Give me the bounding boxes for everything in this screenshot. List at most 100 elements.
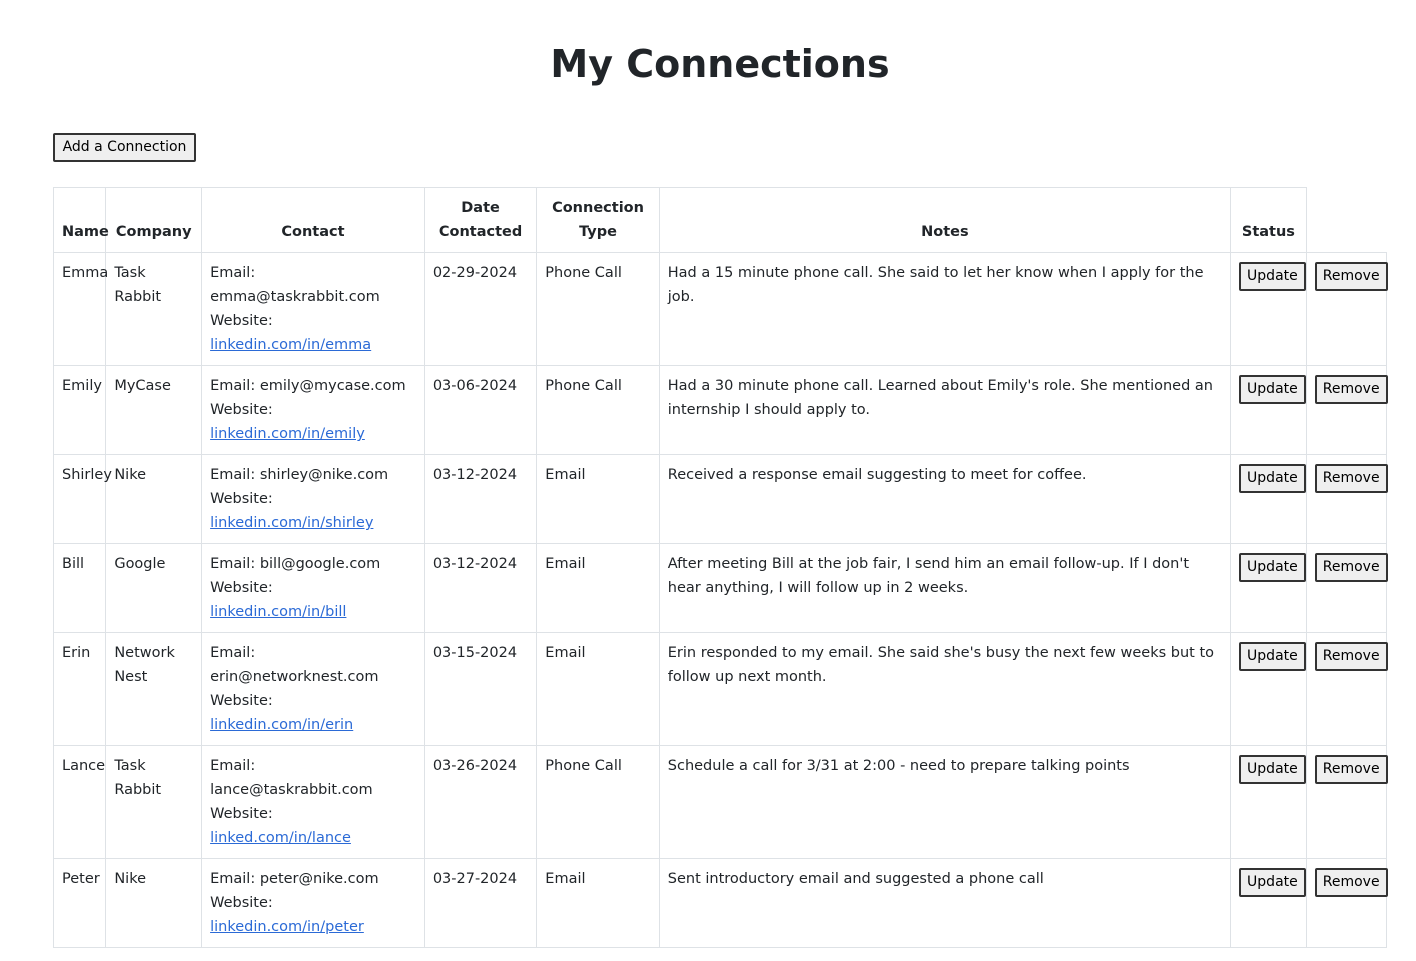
cell-date-contacted: 02-29-2024 <box>423 252 538 366</box>
cell-notes: Schedule a call for 3/31 at 2:00 - need … <box>658 745 1232 859</box>
contact-website-link[interactable]: linkedin.com/in/emma <box>210 337 371 353</box>
cell-contact: Email: bill@google.com Website: linkedin… <box>201 543 425 633</box>
table-row: Emily MyCase Email: emily@mycase.com Web… <box>52 365 1388 455</box>
table-row: Peter Nike Email: peter@nike.com Website… <box>52 858 1388 948</box>
cell-contact: Email: emma@taskrabbit.com Website: link… <box>201 252 425 366</box>
cell-status: Update <box>1230 543 1307 633</box>
contact-website-label: Website: <box>210 895 273 911</box>
header-remove <box>1305 187 1387 253</box>
cell-status: Update <box>1230 454 1307 544</box>
cell-contact: Email: emily@mycase.com Website: linkedi… <box>201 365 425 455</box>
cell-notes: Had a 30 minute phone call. Learned abou… <box>658 365 1232 455</box>
page-title: My Connections <box>550 42 890 86</box>
cell-contact: Email: lance@taskrabbit.com Website: lin… <box>201 745 425 859</box>
update-button[interactable]: Update <box>1239 553 1306 582</box>
header-notes: Notes <box>658 187 1232 253</box>
table-row: Lance Task Rabbit Email: lance@taskrabbi… <box>52 745 1388 859</box>
remove-button[interactable]: Remove <box>1314 375 1388 404</box>
cell-notes: Sent introductory email and suggested a … <box>658 858 1232 948</box>
cell-remove: Remove <box>1305 858 1388 948</box>
cell-connection-type: Email <box>536 454 660 544</box>
cell-company: Task Rabbit <box>105 745 203 859</box>
cell-company: Google <box>105 543 203 633</box>
header-company: Company <box>105 187 203 253</box>
cell-notes: After meeting Bill at the job fair, I se… <box>658 543 1232 633</box>
cell-status: Update <box>1230 252 1307 366</box>
update-button[interactable]: Update <box>1239 755 1306 784</box>
update-button[interactable]: Update <box>1239 642 1306 671</box>
contact-website-link[interactable]: linkedin.com/in/shirley <box>210 515 373 531</box>
header-status: Status <box>1230 187 1307 253</box>
contact-website-link[interactable]: linkedin.com/in/emily <box>210 426 365 442</box>
cell-name: Shirley <box>52 454 112 544</box>
update-button[interactable]: Update <box>1239 464 1306 493</box>
cell-connection-type: Phone Call <box>536 745 660 859</box>
update-button[interactable]: Update <box>1239 868 1306 897</box>
cell-date-contacted: 03-26-2024 <box>423 745 538 859</box>
cell-connection-type: Phone Call <box>536 252 660 366</box>
cell-company: Nike <box>105 858 203 948</box>
update-button[interactable]: Update <box>1239 262 1306 291</box>
cell-remove: Remove <box>1305 252 1388 366</box>
cell-name: Lance <box>52 745 107 859</box>
cell-company: Network Nest <box>105 632 203 746</box>
cell-remove: Remove <box>1305 632 1388 746</box>
contact-email: Email: peter@nike.com <box>210 871 379 887</box>
cell-notes: Received a response email suggesting to … <box>658 454 1232 544</box>
cell-date-contacted: 03-06-2024 <box>423 365 538 455</box>
remove-button[interactable]: Remove <box>1314 553 1388 582</box>
cell-name: Emma <box>52 252 108 366</box>
page: My Connections Add a Connection Name Com… <box>0 0 1416 961</box>
cell-date-contacted: 03-12-2024 <box>423 454 538 544</box>
table-row: Bill Google Email: bill@google.com Websi… <box>52 543 1388 633</box>
contact-website-link[interactable]: linkedin.com/in/erin <box>210 717 353 733</box>
cell-contact: Email: erin@networknest.com Website: lin… <box>201 632 425 746</box>
contact-website-link[interactable]: linked.com/in/lance <box>210 830 351 846</box>
remove-button[interactable]: Remove <box>1314 464 1388 493</box>
contact-website-label: Website: <box>210 402 273 418</box>
connections-table: Name Company Contact Date Contacted Conn… <box>52 187 1388 948</box>
update-button[interactable]: Update <box>1239 375 1306 404</box>
cell-status: Update <box>1230 365 1307 455</box>
cell-notes: Had a 15 minute phone call. She said to … <box>658 252 1232 366</box>
table-row: Erin Network Nest Email: erin@networknes… <box>52 632 1388 746</box>
cell-remove: Remove <box>1305 454 1388 544</box>
cell-contact: Email: peter@nike.com Website: linkedin.… <box>201 858 425 948</box>
contact-website-label: Website: <box>210 313 273 329</box>
remove-button[interactable]: Remove <box>1314 642 1388 671</box>
remove-button[interactable]: Remove <box>1314 262 1388 291</box>
contact-website-label: Website: <box>210 806 273 822</box>
cell-name: Emily <box>52 365 107 455</box>
cell-remove: Remove <box>1305 745 1388 859</box>
cell-remove: Remove <box>1305 365 1388 455</box>
cell-status: Update <box>1230 745 1307 859</box>
contact-email: Email: bill@google.com <box>210 556 381 572</box>
add-connection-button[interactable]: Add a Connection <box>53 133 196 162</box>
remove-button[interactable]: Remove <box>1314 868 1388 897</box>
cell-connection-type: Email <box>536 632 660 746</box>
cell-date-contacted: 03-27-2024 <box>423 858 538 948</box>
contact-website-label: Website: <box>210 491 273 507</box>
table-header-row: Name Company Contact Date Contacted Conn… <box>52 187 1387 253</box>
contact-email: Email: emma@taskrabbit.com <box>210 265 380 305</box>
cell-date-contacted: 03-15-2024 <box>423 632 538 746</box>
table-row: Shirley Nike Email: shirley@nike.com Web… <box>52 454 1388 544</box>
table-row: Emma Task Rabbit Email: emma@taskrabbit.… <box>52 252 1388 366</box>
header-name: Name <box>52 187 109 253</box>
cell-contact: Email: shirley@nike.com Website: linkedi… <box>201 454 425 544</box>
cell-notes: Erin responded to my email. She said she… <box>658 632 1232 746</box>
header-connection-type: Connection Type <box>536 187 660 253</box>
cell-connection-type: Phone Call <box>536 365 660 455</box>
header-contact: Contact <box>201 187 425 253</box>
cell-connection-type: Email <box>536 543 660 633</box>
contact-website-link[interactable]: linkedin.com/in/peter <box>210 919 364 935</box>
cell-name: Erin <box>52 632 107 746</box>
cell-company: MyCase <box>105 365 203 455</box>
table-body: Emma Task Rabbit Email: emma@taskrabbit.… <box>52 252 1388 948</box>
remove-button[interactable]: Remove <box>1314 755 1388 784</box>
cell-name: Bill <box>52 543 107 633</box>
contact-email: Email: shirley@nike.com <box>210 467 389 483</box>
cell-name: Peter <box>52 858 107 948</box>
contact-website-link[interactable]: linkedin.com/in/bill <box>210 604 346 620</box>
cell-remove: Remove <box>1305 543 1388 633</box>
